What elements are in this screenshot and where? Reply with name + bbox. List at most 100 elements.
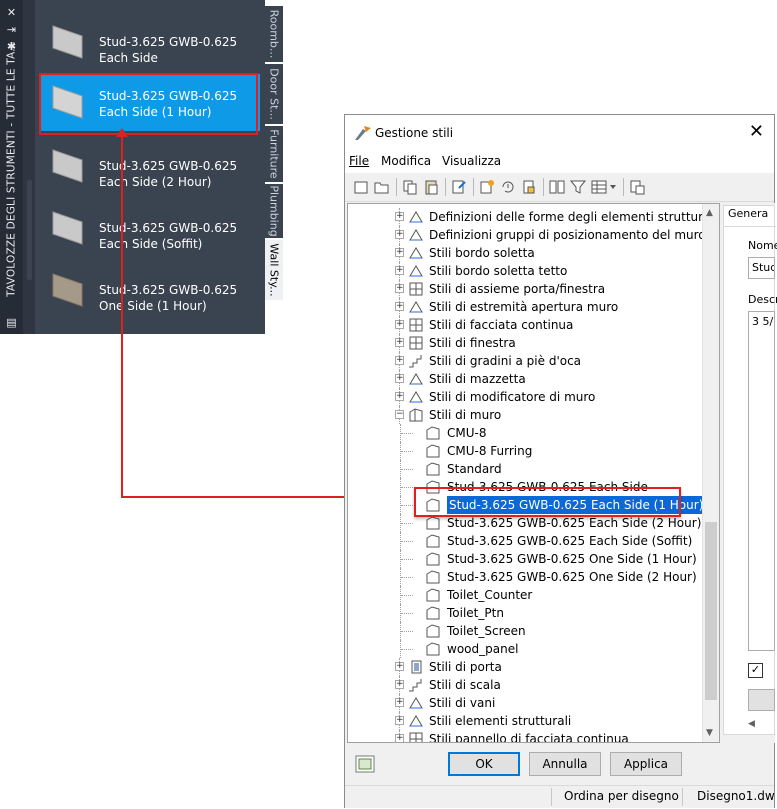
menu-visualizza[interactable]: Visualizza (442, 154, 501, 168)
tree-item-style[interactable]: Toilet_Ptn (348, 604, 703, 622)
expand-icon[interactable]: + (395, 230, 404, 239)
set-from-icon[interactable] (521, 179, 537, 195)
expand-icon[interactable]: + (395, 356, 404, 365)
scroll-thumb[interactable] (705, 522, 717, 700)
tree-item-style[interactable]: Standard (348, 460, 703, 478)
tree-connector (401, 523, 413, 524)
tab-roombook[interactable]: Roomb... (265, 6, 283, 62)
name-field[interactable]: Stud (748, 257, 775, 279)
tree-item-style[interactable]: Toilet_Counter (348, 586, 703, 604)
tree-item-label: Stili bordo soletta tetto (429, 264, 568, 278)
show-display-icon[interactable] (549, 179, 565, 195)
highlight-box (414, 487, 681, 517)
menu-file[interactable]: File (349, 154, 369, 168)
expand-icon[interactable]: + (395, 320, 404, 329)
tab-label: Plumbing (267, 185, 281, 237)
collapse-icon[interactable]: − (395, 410, 404, 419)
tree-item-category[interactable]: + Stili di facciata continua (348, 316, 703, 334)
purge-icon[interactable] (500, 179, 516, 195)
tree-item-style[interactable]: CMU-8 (348, 424, 703, 442)
tree-item-category[interactable]: − Stili di muro (348, 406, 703, 424)
help-button-icon[interactable] (355, 755, 375, 773)
edit-style-icon[interactable] (451, 179, 467, 195)
wall-tool-icon (52, 273, 83, 307)
tree-item-category[interactable]: + Stili di vani (348, 694, 703, 712)
tree-item-label: Definizioni delle forme degli elementi s… (429, 210, 718, 224)
expand-icon[interactable]: + (395, 392, 404, 401)
expand-icon[interactable]: + (395, 284, 404, 293)
filter-icon[interactable] (570, 179, 586, 195)
expand-icon[interactable]: + (395, 662, 404, 671)
expand-icon[interactable]: + (395, 212, 404, 221)
expand-icon[interactable]: + (395, 248, 404, 257)
tree-item-category[interactable]: + Stili di assieme porta/finestra (348, 280, 703, 298)
sort-mode-label: Ordina per disegno (564, 789, 679, 803)
tree-connector (401, 505, 413, 506)
checkbox[interactable]: ✓ (748, 663, 763, 678)
tab-door-styles[interactable]: Door St... (265, 64, 283, 124)
tree-item-category[interactable]: + Stili di gradini a piè d'oca (348, 352, 703, 370)
tree-item-style[interactable]: Stud-3.625 GWB-0.625 One Side (2 Hour) (348, 568, 703, 586)
tree-item-category[interactable]: + Stili di mazzetta (348, 370, 703, 388)
tree-item-category[interactable]: + Stili di scala (348, 676, 703, 694)
toggle-view-icon[interactable] (629, 179, 645, 195)
status-divider (551, 788, 552, 806)
tree-item-category[interactable]: + Stili bordo soletta (348, 244, 703, 262)
tree-item-category[interactable]: + Stili elementi strutturali (348, 712, 703, 730)
style-tree[interactable]: + Definizioni delle forme degli elementi … (347, 203, 720, 743)
tab-wall-styles[interactable]: Wall Sty... (265, 240, 283, 300)
tool-item[interactable]: Stud-3.625 GWB-0.625 Each Side (Soffit) (35, 196, 265, 258)
expand-icon[interactable]: + (395, 716, 404, 725)
tree-item-category[interactable]: + Stili bordo soletta tetto (348, 262, 703, 280)
scroll-left-icon[interactable]: ◀ (748, 719, 755, 729)
expand-icon[interactable]: + (395, 698, 404, 707)
tab-plumbing[interactable]: Plumbing (265, 184, 283, 238)
expand-icon[interactable]: + (395, 680, 404, 689)
tool-item[interactable]: Stud-3.625 GWB-0.625 Each Side (2 Hour) (35, 134, 265, 196)
expand-icon[interactable]: + (395, 374, 404, 383)
panel-button[interactable] (748, 689, 775, 711)
tree-item-category[interactable]: + Stili di modificatore di muro (348, 388, 703, 406)
tree-item-style[interactable]: CMU-8 Furring (348, 442, 703, 460)
wall-style-icon (426, 588, 440, 602)
tab-furniture[interactable]: Furniture (265, 126, 283, 182)
tree-item-category[interactable]: + Definizioni delle forme degli elementi … (348, 208, 717, 226)
tree-item-category[interactable]: + Definizioni gruppi di posizionamento de… (348, 226, 706, 244)
tree-item-style[interactable]: Toilet_Screen (348, 622, 703, 640)
tab-label: Wall Sty... (267, 243, 281, 297)
palette-menu-icon[interactable]: ▤ (5, 316, 18, 329)
dialog-title: Gestione stili (375, 126, 454, 140)
ok-button[interactable]: OK (448, 752, 520, 776)
copy-icon[interactable] (402, 179, 418, 195)
cancel-button[interactable]: Annulla (529, 752, 601, 776)
open-drawing-icon[interactable] (374, 179, 390, 195)
view-options-icon[interactable] (591, 179, 617, 195)
expand-icon[interactable]: + (395, 266, 404, 275)
tab-general[interactable]: Genera (728, 204, 768, 224)
tool-item[interactable]: Stud-3.625 GWB-0.625 One Side (1 Hour) (35, 258, 265, 320)
tree-item-style[interactable]: Stud-3.625 GWB-0.625 Each Side (Soffit) (348, 532, 703, 550)
palette-scrollbar[interactable] (27, 180, 32, 280)
tree-item-style[interactable]: Stud-3.625 GWB-0.625 One Side (1 Hour) (348, 550, 703, 568)
tree-item-category[interactable]: + Stili di finestra (348, 334, 703, 352)
apply-button[interactable]: Applica (610, 752, 682, 776)
tree-scrollbar[interactable]: ▲ ▼ (702, 204, 719, 742)
expand-icon[interactable]: + (395, 338, 404, 347)
new-drawing-icon[interactable] (353, 179, 369, 195)
scroll-up-icon[interactable]: ▲ (706, 208, 713, 218)
tree-connector (401, 451, 413, 452)
tool-item[interactable]: Stud-3.625 GWB-0.625 Each Side (35, 10, 265, 72)
tree-item-category[interactable]: + Stili di porta (348, 658, 703, 676)
tree-item-category[interactable]: + Stili di estremità apertura muro (348, 298, 703, 316)
close-icon[interactable]: ✕ (749, 121, 764, 143)
scroll-down-icon[interactable]: ▼ (706, 728, 713, 738)
expand-icon[interactable]: + (395, 734, 404, 742)
description-field[interactable]: 3 5/ (748, 311, 775, 651)
tree-item-label: Stili pannello di facciata continua (429, 732, 629, 743)
expand-icon[interactable]: + (395, 302, 404, 311)
paste-icon[interactable] (423, 179, 439, 195)
tree-item-style[interactable]: wood_panel (348, 640, 703, 658)
tree-item-category[interactable]: + Stili pannello di facciata continua (348, 730, 703, 743)
menu-modifica[interactable]: Modifica (381, 154, 431, 168)
new-style-icon[interactable] (479, 179, 495, 195)
